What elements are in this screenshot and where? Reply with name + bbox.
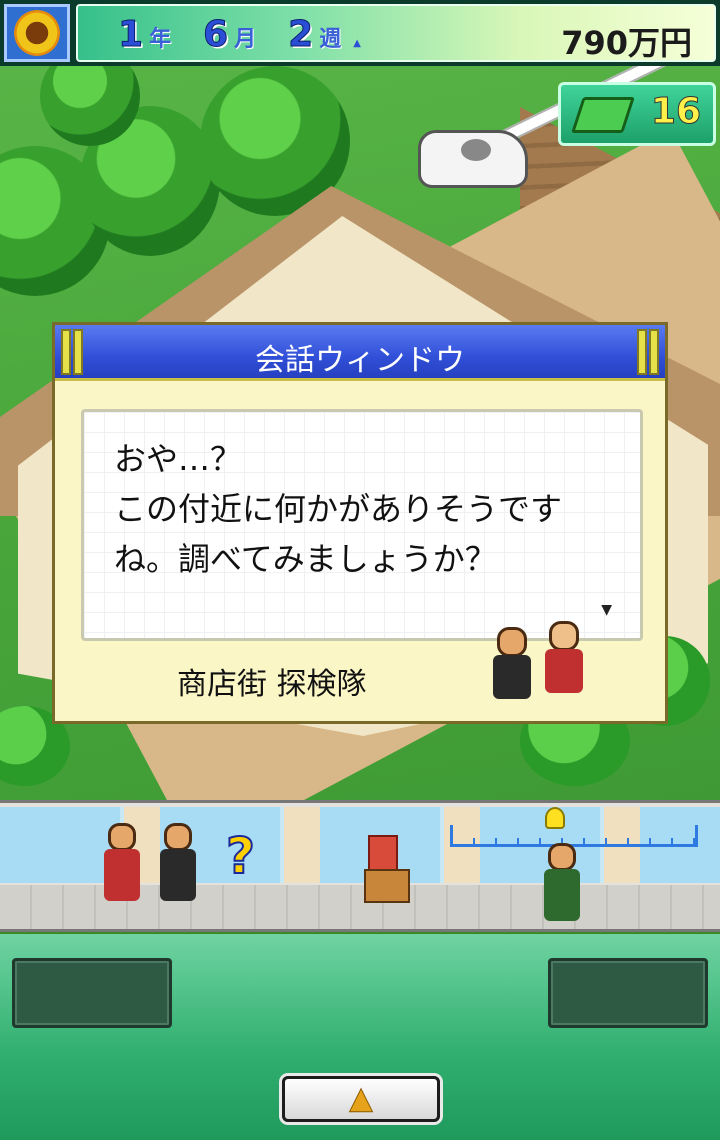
date-panel: 1 年 6 月 2 週 ▲ 790万円 [76, 4, 716, 62]
month-unit: 月 [234, 27, 257, 52]
cow[interactable] [418, 130, 528, 188]
caret-icon: ▲ [353, 38, 361, 49]
gem-counter[interactable]: 16 [558, 82, 716, 146]
question-mark-icon: ? [225, 826, 256, 886]
speaker-name: 商店街 探検隊 [177, 667, 367, 702]
money-display: 790万円 [561, 24, 692, 62]
shopkeeper [540, 843, 584, 925]
week-unit: 週 [319, 27, 342, 52]
explorer-walker [100, 823, 144, 905]
progress-marker-icon [545, 807, 565, 829]
message-line: ね。調べてみましょうか？ [114, 540, 497, 578]
conversation-window[interactable]: 会話ウィンドウ おや…？ この付近に何かがありそうです ね。調べてみましょうか？… [52, 322, 668, 724]
message-line: この付近に何かがありそうです [114, 490, 563, 528]
street-view[interactable]: ? [0, 800, 720, 932]
top-bar: 1 年 6 月 2 週 ▲ 790万円 [0, 0, 720, 66]
dialog-title: 会話ウィンドウ [255, 343, 465, 378]
year-unit: 年 [149, 27, 172, 52]
bottom-panel: ▲ [0, 934, 720, 1140]
menu-open-button[interactable]: ▲ [282, 1076, 440, 1122]
message-line: おや…？ [114, 440, 243, 478]
dialog-title-bar: 会話ウィンドウ [55, 325, 665, 381]
left-menu-button[interactable] [12, 958, 172, 1028]
sunflower-icon[interactable] [4, 4, 70, 62]
date-display: 1 年 6 月 2 週 ▲ [117, 14, 361, 56]
up-arrow-icon: ▲ [349, 1081, 373, 1116]
week-value: 2 [288, 14, 314, 56]
month-value: 6 [203, 14, 229, 56]
gem-count: 16 [650, 91, 701, 133]
postbox [368, 835, 398, 871]
year-value: 1 [117, 14, 144, 56]
book-icon [571, 97, 635, 133]
next-arrow-icon[interactable]: ▼ [601, 602, 612, 618]
explorer-walker [156, 823, 200, 905]
crate [364, 869, 410, 903]
right-menu-button[interactable] [548, 958, 708, 1028]
message-box[interactable]: おや…？ この付近に何かがありそうです ね。調べてみましょうか？ ▼ [81, 409, 643, 641]
explorer-portrait [543, 621, 583, 697]
explorer-portrait [491, 627, 531, 703]
